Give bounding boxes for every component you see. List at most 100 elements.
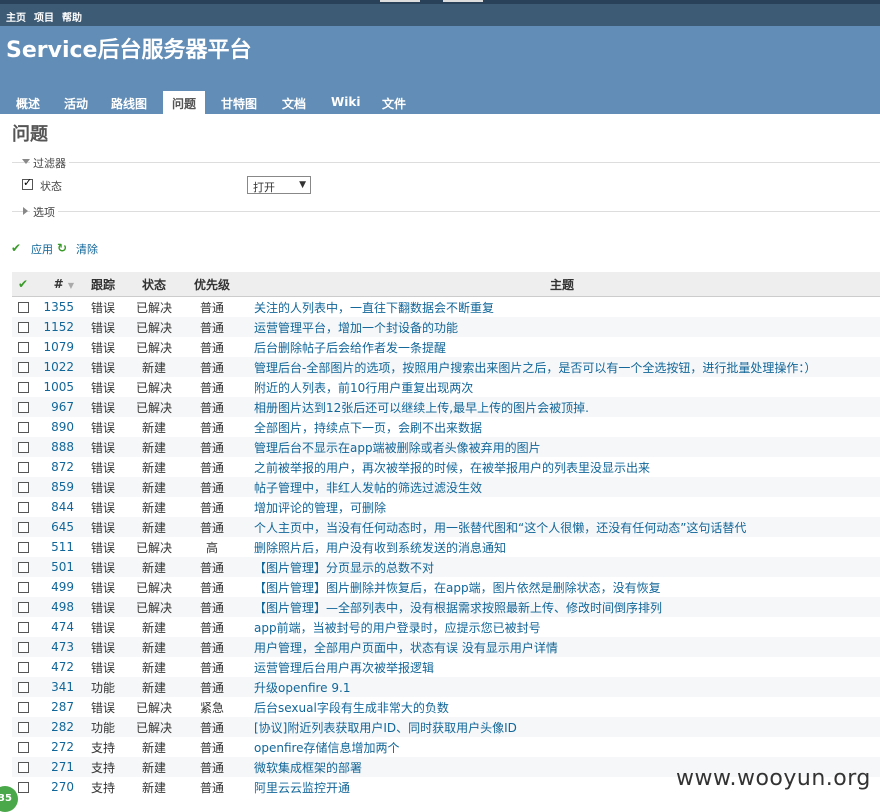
toggle-all-check-icon[interactable]: ✔	[12, 272, 34, 297]
table-row[interactable]: 511 错误 已解决高删除照片后，用户没有收到系统发送的消息通知	[12, 537, 880, 557]
clear-link[interactable]: 清除	[76, 241, 98, 257]
row-checkbox[interactable]	[17, 742, 29, 753]
table-row[interactable]: 473 错误 新建 普通 用户管理，全部用户页面中，状态有误 没有显示用户详情	[12, 637, 880, 657]
table-row[interactable]: 888 错误 新建 普通 管理后台不显示在app端被删除或者头像被弃用的图片	[12, 437, 880, 457]
issue-subject-link[interactable]: app前端，当被封号的用户登录时，应提示您已被封号	[244, 617, 880, 637]
issue-id-link[interactable]: 859	[34, 477, 78, 497]
issue-subject-link[interactable]: openfire存储信息增加两个	[244, 737, 880, 757]
issue-subject-link[interactable]: 升级openfire 9.1	[244, 677, 880, 697]
issue-id-link[interactable]: 287	[34, 697, 78, 717]
issue-subject-link[interactable]: 运营管理后台用户再次被举报逻辑	[244, 657, 880, 677]
row-checkbox[interactable]	[17, 662, 29, 673]
col-tracker-header[interactable]: 跟踪	[78, 272, 128, 297]
row-checkbox[interactable]	[17, 422, 29, 433]
issue-id-link[interactable]: 645	[34, 517, 78, 537]
issue-subject-link[interactable]: 后台删除帖子后会给作者发一条提醒	[244, 337, 880, 357]
menu-home-link[interactable]: 主页	[6, 9, 26, 24]
issue-id-link[interactable]: 472	[34, 657, 78, 677]
col-status-header[interactable]: 状态	[128, 272, 180, 297]
row-checkbox[interactable]	[17, 582, 29, 593]
issue-subject-link[interactable]: 管理后台-全部图片的选项，按照用户搜索出来图片之后，是否可以有一个全选按钮，进行…	[244, 357, 880, 377]
issue-id-link[interactable]: 341	[34, 677, 78, 697]
col-subject-header[interactable]: 主题	[244, 272, 880, 297]
issue-id-link[interactable]: 270	[34, 777, 78, 797]
table-row[interactable]: 1355 错误 已解决 普通 关注的人列表中，一直往下翻数据会不断重复	[12, 296, 880, 317]
row-checkbox[interactable]	[17, 482, 29, 493]
row-checkbox[interactable]	[17, 462, 29, 473]
table-row[interactable]: 501 错误 新建 普通 【图片管理】分页显示的总数不对	[12, 557, 880, 577]
table-row[interactable]: 341 功能 新建 普通 升级openfire 9.1	[12, 677, 880, 697]
issue-subject-link[interactable]: 相册图片达到12张后还可以继续上传,最早上传的图片会被顶掉.	[244, 397, 880, 417]
row-checkbox[interactable]	[17, 522, 29, 533]
row-checkbox[interactable]	[17, 442, 29, 453]
issue-subject-link[interactable]: 【图片管理】图片删除并恢复后，在app端，图片依然是删除状态，没有恢复	[244, 577, 880, 597]
tab-gantt[interactable]: 甘特图	[221, 95, 257, 112]
issue-id-link[interactable]: 1355	[34, 296, 78, 317]
row-checkbox[interactable]	[17, 682, 29, 693]
options-legend[interactable]: 选项	[30, 204, 58, 220]
issue-id-link[interactable]: 473	[34, 637, 78, 657]
issue-id-link[interactable]: 1022	[34, 357, 78, 377]
row-checkbox[interactable]	[17, 402, 29, 413]
row-checkbox[interactable]	[17, 322, 29, 333]
table-row[interactable]: 645 错误 新建 普通 个人主页中，当没有任何动态时，用一张替代图和“这个人很懒，还没…	[12, 517, 880, 537]
collapse-triangle-icon[interactable]	[22, 159, 30, 164]
table-row[interactable]: 498 错误 已解决 普通 【图片管理】—全部列表中，没有根据需求按照最新上传、修改时间…	[12, 597, 880, 617]
issue-id-link[interactable]: 888	[34, 437, 78, 457]
table-row[interactable]: 272 支持 新建 普通 openfire存储信息增加两个	[12, 737, 880, 757]
issue-subject-link[interactable]: 运营管理平台，增加一个封设备的功能	[244, 317, 880, 337]
tab-wiki[interactable]: Wiki	[331, 95, 360, 109]
table-row[interactable]: 472 错误 新建 普通 运营管理后台用户再次被举报逻辑	[12, 657, 880, 677]
tab-roadmap[interactable]: 路线图	[111, 95, 147, 112]
status-operator-select[interactable]: 打开 ▼	[247, 176, 311, 194]
row-checkbox[interactable]	[17, 722, 29, 733]
menu-projects-link[interactable]: 项目	[34, 9, 54, 24]
tab-files[interactable]: 文件	[382, 95, 406, 112]
issue-subject-link[interactable]: 用户管理，全部用户页面中，状态有误 没有显示用户详情	[244, 637, 880, 657]
issue-id-link[interactable]: 498	[34, 597, 78, 617]
row-checkbox[interactable]	[17, 622, 29, 633]
tab-activity[interactable]: 活动	[64, 95, 88, 112]
tab-documents[interactable]: 文档	[282, 95, 306, 112]
col-id-header[interactable]: # ▼	[34, 272, 78, 297]
apply-link[interactable]: 应用	[31, 241, 53, 257]
row-checkbox[interactable]	[17, 302, 29, 313]
table-row[interactable]: 1005 错误 已解决 普通 附近的人列表，前10行用户重复出现两次	[12, 377, 880, 397]
issue-id-link[interactable]: 271	[34, 757, 78, 777]
issue-subject-link[interactable]: 删除照片后，用户没有收到系统发送的消息通知	[244, 537, 880, 557]
row-checkbox[interactable]	[17, 362, 29, 373]
row-checkbox[interactable]	[17, 542, 29, 553]
issue-id-link[interactable]: 474	[34, 617, 78, 637]
issue-id-link[interactable]: 511	[34, 537, 78, 557]
row-checkbox[interactable]	[17, 342, 29, 353]
row-checkbox[interactable]	[17, 502, 29, 513]
row-checkbox[interactable]	[17, 642, 29, 653]
table-row[interactable]: 1022 错误 新建 普通 管理后台-全部图片的选项，按照用户搜索出来图片之后，是否可以…	[12, 357, 880, 377]
table-row[interactable]: 967 错误 已解决 普通 相册图片达到12张后还可以继续上传,最早上传的图片会被顶掉.	[12, 397, 880, 417]
row-checkbox[interactable]	[17, 782, 29, 793]
issue-subject-link[interactable]: 个人主页中，当没有任何动态时，用一张替代图和“这个人很懒，还没有任何动态”这句话…	[244, 517, 880, 537]
table-row[interactable]: 890 错误 新建 普通 全部图片，持续点下一页，会刷不出来数据	[12, 417, 880, 437]
issue-subject-link[interactable]: 【图片管理】分页显示的总数不对	[244, 557, 880, 577]
issue-id-link[interactable]: 967	[34, 397, 78, 417]
issue-id-link[interactable]: 282	[34, 717, 78, 737]
issue-id-link[interactable]: 499	[34, 577, 78, 597]
status-filter-checkbox[interactable]	[22, 176, 33, 190]
row-checkbox[interactable]	[17, 602, 29, 613]
menu-help-link[interactable]: 帮助	[62, 9, 82, 24]
col-priority-header[interactable]: 优先级	[180, 272, 244, 297]
tab-issues[interactable]: 问题	[163, 91, 206, 115]
table-row[interactable]: 282 功能 已解决 普通 [协议]附近列表获取用户ID、同时获取用户头像ID	[12, 717, 880, 737]
row-checkbox[interactable]	[17, 382, 29, 393]
table-row[interactable]: 287 错误 已解决 紧急 后台sexual字段有生成非常大的负数	[12, 697, 880, 717]
issue-subject-link[interactable]: 帖子管理中，非红人发帖的筛选过滤没生效	[244, 477, 880, 497]
table-row[interactable]: 1152 错误 已解决 普通 运营管理平台，增加一个封设备的功能	[12, 317, 880, 337]
issue-subject-link[interactable]: 全部图片，持续点下一页，会刷不出来数据	[244, 417, 880, 437]
issue-subject-link[interactable]: 管理后台不显示在app端被删除或者头像被弃用的图片	[244, 437, 880, 457]
table-row[interactable]: 499 错误 已解决 普通 【图片管理】图片删除并恢复后，在app端，图片依然是删除状态…	[12, 577, 880, 597]
issue-subject-link[interactable]: 之前被举报的用户，再次被举报的时候，在被举报用户的列表里没显示出来	[244, 457, 880, 477]
issue-subject-link[interactable]: 增加评论的管理，可删除	[244, 497, 880, 517]
issue-subject-link[interactable]: 附近的人列表，前10行用户重复出现两次	[244, 377, 880, 397]
table-row[interactable]: 872 错误 新建 普通 之前被举报的用户，再次被举报的时候，在被举报用户的列表里没显示…	[12, 457, 880, 477]
check-icon[interactable]: ✔	[11, 241, 21, 255]
